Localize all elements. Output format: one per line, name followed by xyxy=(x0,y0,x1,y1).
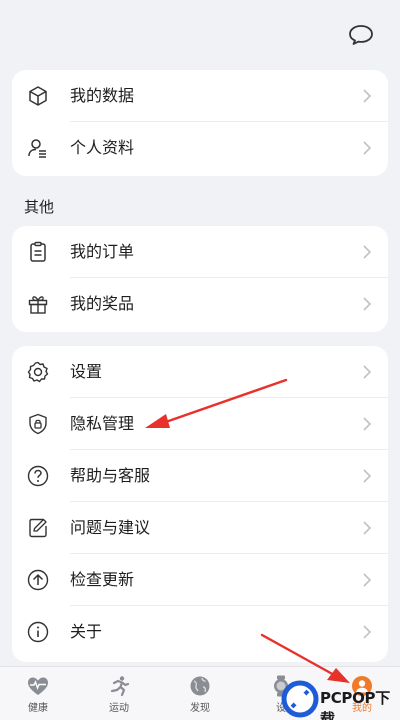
tab-label: 运动 xyxy=(109,703,129,714)
globe-icon xyxy=(190,676,210,696)
row-label: 我的数据 xyxy=(70,86,135,105)
row-label: 检查更新 xyxy=(70,570,135,589)
row-label: 设置 xyxy=(70,362,103,381)
row-my-data[interactable]: 我的数据 xyxy=(12,70,388,122)
account-card: 我的数据 个人资料 xyxy=(12,70,388,176)
tab-discover[interactable]: 发现 xyxy=(172,673,228,719)
gift-icon xyxy=(28,296,48,314)
gear-icon xyxy=(27,361,49,383)
chevron-right-icon xyxy=(363,573,372,587)
watermark: PCPOP下载 xyxy=(280,678,400,720)
settings-card: 设置 隐私管理 帮助与客服 问题与建议 检查更新 关于 xyxy=(12,346,388,662)
cube-icon xyxy=(29,86,47,106)
row-feedback[interactable]: 问题与建议 xyxy=(12,502,388,554)
row-profile[interactable]: 个人资料 xyxy=(12,122,388,174)
question-icon xyxy=(27,465,49,487)
arrow-up-circle-icon xyxy=(27,569,49,591)
tab-sport[interactable]: 运动 xyxy=(91,673,147,719)
row-about[interactable]: 关于 xyxy=(12,606,388,658)
chevron-right-icon xyxy=(363,245,372,259)
chevron-right-icon xyxy=(363,417,372,431)
row-label: 问题与建议 xyxy=(70,518,151,537)
chevron-right-icon xyxy=(363,469,372,483)
chevron-right-icon xyxy=(363,365,372,379)
heart-pulse-icon xyxy=(28,677,48,695)
tab-label: 健康 xyxy=(28,703,48,714)
chevron-right-icon xyxy=(363,521,372,535)
chevron-right-icon xyxy=(363,297,372,311)
message-icon[interactable] xyxy=(348,24,374,46)
tab-health[interactable]: 健康 xyxy=(10,673,66,719)
row-label: 我的奖品 xyxy=(70,294,135,313)
clipboard-icon xyxy=(30,241,46,262)
watermark-logo-icon xyxy=(281,680,319,718)
row-label: 隐私管理 xyxy=(70,414,135,433)
row-label: 个人资料 xyxy=(70,138,135,157)
chevron-right-icon xyxy=(363,89,372,103)
row-my-orders[interactable]: 我的订单 xyxy=(12,226,388,278)
chevron-right-icon xyxy=(363,625,372,639)
watermark-text: PCPOP下载 xyxy=(320,689,390,720)
row-privacy[interactable]: 隐私管理 xyxy=(12,398,388,450)
row-help[interactable]: 帮助与客服 xyxy=(12,450,388,502)
row-label: 帮助与客服 xyxy=(70,466,151,485)
info-icon xyxy=(27,621,49,643)
row-check-update[interactable]: 检查更新 xyxy=(12,554,388,606)
row-settings[interactable]: 设置 xyxy=(12,346,388,398)
person-icon xyxy=(28,139,46,158)
tab-label: 发现 xyxy=(190,703,210,714)
row-label: 我的订单 xyxy=(70,242,135,261)
top-bar xyxy=(0,0,400,66)
edit-note-icon xyxy=(29,518,47,538)
runner-icon xyxy=(110,676,130,697)
section-title-other: 其他 xyxy=(24,198,55,216)
shield-lock-icon xyxy=(29,413,47,435)
row-label: 关于 xyxy=(70,622,103,641)
other-card: 我的订单 我的奖品 xyxy=(12,226,388,332)
chevron-right-icon xyxy=(363,141,372,155)
row-my-prizes[interactable]: 我的奖品 xyxy=(12,278,388,330)
